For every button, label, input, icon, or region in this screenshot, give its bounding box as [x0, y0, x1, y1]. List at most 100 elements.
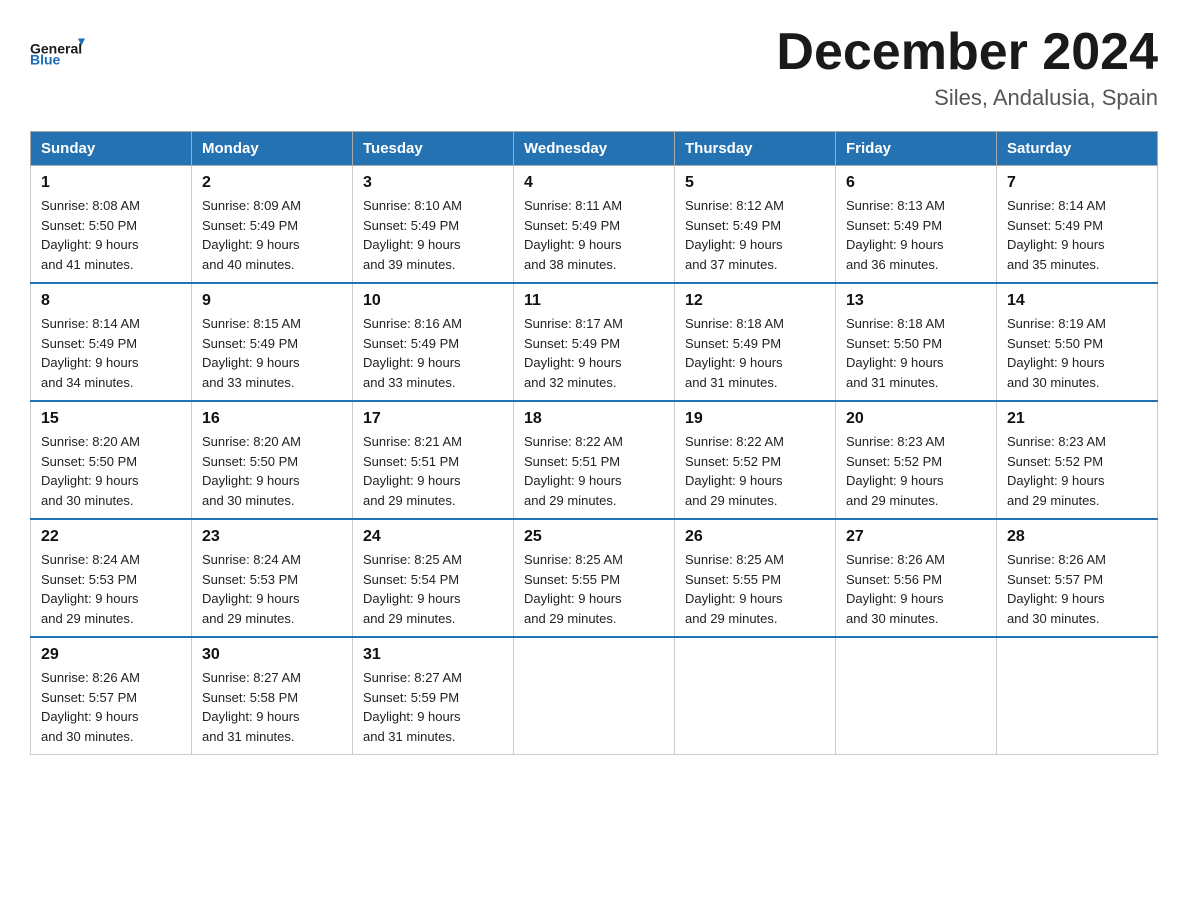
- calendar-day-cell: 7 Sunrise: 8:14 AMSunset: 5:49 PMDayligh…: [997, 166, 1158, 284]
- day-info: Sunrise: 8:24 AMSunset: 5:53 PMDaylight:…: [41, 552, 140, 626]
- calendar-day-cell: 1 Sunrise: 8:08 AMSunset: 5:50 PMDayligh…: [31, 166, 192, 284]
- calendar-day-cell: 28 Sunrise: 8:26 AMSunset: 5:57 PMDaylig…: [997, 519, 1158, 637]
- calendar-day-cell: [675, 637, 836, 755]
- calendar-week-row: 22 Sunrise: 8:24 AMSunset: 5:53 PMDaylig…: [31, 519, 1158, 637]
- day-number: 22: [41, 528, 181, 546]
- day-number: 26: [685, 528, 825, 546]
- day-info: Sunrise: 8:09 AMSunset: 5:49 PMDaylight:…: [202, 198, 301, 272]
- day-number: 11: [524, 292, 664, 310]
- svg-text:Blue: Blue: [30, 52, 61, 68]
- calendar-day-cell: 31 Sunrise: 8:27 AMSunset: 5:59 PMDaylig…: [353, 637, 514, 755]
- calendar-day-cell: 29 Sunrise: 8:26 AMSunset: 5:57 PMDaylig…: [31, 637, 192, 755]
- calendar-day-cell: 19 Sunrise: 8:22 AMSunset: 5:52 PMDaylig…: [675, 401, 836, 519]
- month-title: December 2024: [776, 24, 1158, 81]
- day-number: 18: [524, 410, 664, 428]
- calendar-day-cell: 26 Sunrise: 8:25 AMSunset: 5:55 PMDaylig…: [675, 519, 836, 637]
- calendar-table: SundayMondayTuesdayWednesdayThursdayFrid…: [30, 131, 1158, 755]
- calendar-day-cell: 18 Sunrise: 8:22 AMSunset: 5:51 PMDaylig…: [514, 401, 675, 519]
- calendar-header-cell: Saturday: [997, 132, 1158, 166]
- day-number: 14: [1007, 292, 1147, 310]
- day-number: 19: [685, 410, 825, 428]
- page-header: General Blue December 2024 Siles, Andalu…: [30, 24, 1158, 111]
- day-number: 30: [202, 646, 342, 664]
- day-number: 20: [846, 410, 986, 428]
- calendar-day-cell: 8 Sunrise: 8:14 AMSunset: 5:49 PMDayligh…: [31, 283, 192, 401]
- day-number: 12: [685, 292, 825, 310]
- calendar-day-cell: 25 Sunrise: 8:25 AMSunset: 5:55 PMDaylig…: [514, 519, 675, 637]
- day-number: 25: [524, 528, 664, 546]
- day-number: 9: [202, 292, 342, 310]
- calendar-header-cell: Wednesday: [514, 132, 675, 166]
- day-number: 2: [202, 174, 342, 192]
- day-info: Sunrise: 8:26 AMSunset: 5:57 PMDaylight:…: [1007, 552, 1106, 626]
- day-number: 7: [1007, 174, 1147, 192]
- calendar-header-cell: Friday: [836, 132, 997, 166]
- day-number: 1: [41, 174, 181, 192]
- day-number: 13: [846, 292, 986, 310]
- day-info: Sunrise: 8:22 AMSunset: 5:51 PMDaylight:…: [524, 434, 623, 508]
- calendar-week-row: 1 Sunrise: 8:08 AMSunset: 5:50 PMDayligh…: [31, 166, 1158, 284]
- calendar-day-cell: 6 Sunrise: 8:13 AMSunset: 5:49 PMDayligh…: [836, 166, 997, 284]
- day-number: 3: [363, 174, 503, 192]
- calendar-day-cell: 30 Sunrise: 8:27 AMSunset: 5:58 PMDaylig…: [192, 637, 353, 755]
- day-info: Sunrise: 8:25 AMSunset: 5:54 PMDaylight:…: [363, 552, 462, 626]
- day-info: Sunrise: 8:26 AMSunset: 5:56 PMDaylight:…: [846, 552, 945, 626]
- calendar-day-cell: 13 Sunrise: 8:18 AMSunset: 5:50 PMDaylig…: [836, 283, 997, 401]
- day-info: Sunrise: 8:20 AMSunset: 5:50 PMDaylight:…: [202, 434, 301, 508]
- day-info: Sunrise: 8:10 AMSunset: 5:49 PMDaylight:…: [363, 198, 462, 272]
- logo: General Blue: [30, 24, 90, 79]
- calendar-header-cell: Thursday: [675, 132, 836, 166]
- day-number: 4: [524, 174, 664, 192]
- day-info: Sunrise: 8:14 AMSunset: 5:49 PMDaylight:…: [41, 316, 140, 390]
- calendar-day-cell: 9 Sunrise: 8:15 AMSunset: 5:49 PMDayligh…: [192, 283, 353, 401]
- day-number: 15: [41, 410, 181, 428]
- day-number: 28: [1007, 528, 1147, 546]
- calendar-day-cell: 17 Sunrise: 8:21 AMSunset: 5:51 PMDaylig…: [353, 401, 514, 519]
- day-info: Sunrise: 8:20 AMSunset: 5:50 PMDaylight:…: [41, 434, 140, 508]
- day-info: Sunrise: 8:08 AMSunset: 5:50 PMDaylight:…: [41, 198, 140, 272]
- day-info: Sunrise: 8:27 AMSunset: 5:58 PMDaylight:…: [202, 670, 301, 744]
- day-info: Sunrise: 8:22 AMSunset: 5:52 PMDaylight:…: [685, 434, 784, 508]
- calendar-day-cell: 15 Sunrise: 8:20 AMSunset: 5:50 PMDaylig…: [31, 401, 192, 519]
- calendar-day-cell: [514, 637, 675, 755]
- calendar-day-cell: 16 Sunrise: 8:20 AMSunset: 5:50 PMDaylig…: [192, 401, 353, 519]
- day-info: Sunrise: 8:11 AMSunset: 5:49 PMDaylight:…: [524, 198, 622, 272]
- day-number: 5: [685, 174, 825, 192]
- calendar-day-cell: 12 Sunrise: 8:18 AMSunset: 5:49 PMDaylig…: [675, 283, 836, 401]
- day-info: Sunrise: 8:25 AMSunset: 5:55 PMDaylight:…: [524, 552, 623, 626]
- day-number: 10: [363, 292, 503, 310]
- day-info: Sunrise: 8:25 AMSunset: 5:55 PMDaylight:…: [685, 552, 784, 626]
- calendar-header-cell: Tuesday: [353, 132, 514, 166]
- calendar-header-cell: Monday: [192, 132, 353, 166]
- day-number: 29: [41, 646, 181, 664]
- day-info: Sunrise: 8:19 AMSunset: 5:50 PMDaylight:…: [1007, 316, 1106, 390]
- title-block: December 2024 Siles, Andalusia, Spain: [776, 24, 1158, 111]
- calendar-header-cell: Sunday: [31, 132, 192, 166]
- calendar-day-cell: 21 Sunrise: 8:23 AMSunset: 5:52 PMDaylig…: [997, 401, 1158, 519]
- day-info: Sunrise: 8:18 AMSunset: 5:49 PMDaylight:…: [685, 316, 784, 390]
- calendar-day-cell: 4 Sunrise: 8:11 AMSunset: 5:49 PMDayligh…: [514, 166, 675, 284]
- location-title: Siles, Andalusia, Spain: [776, 85, 1158, 111]
- calendar-day-cell: [836, 637, 997, 755]
- calendar-day-cell: 10 Sunrise: 8:16 AMSunset: 5:49 PMDaylig…: [353, 283, 514, 401]
- calendar-day-cell: 22 Sunrise: 8:24 AMSunset: 5:53 PMDaylig…: [31, 519, 192, 637]
- calendar-week-row: 8 Sunrise: 8:14 AMSunset: 5:49 PMDayligh…: [31, 283, 1158, 401]
- calendar-week-row: 29 Sunrise: 8:26 AMSunset: 5:57 PMDaylig…: [31, 637, 1158, 755]
- day-number: 6: [846, 174, 986, 192]
- day-info: Sunrise: 8:27 AMSunset: 5:59 PMDaylight:…: [363, 670, 462, 744]
- day-info: Sunrise: 8:23 AMSunset: 5:52 PMDaylight:…: [1007, 434, 1106, 508]
- calendar-day-cell: 23 Sunrise: 8:24 AMSunset: 5:53 PMDaylig…: [192, 519, 353, 637]
- calendar-day-cell: 3 Sunrise: 8:10 AMSunset: 5:49 PMDayligh…: [353, 166, 514, 284]
- day-info: Sunrise: 8:21 AMSunset: 5:51 PMDaylight:…: [363, 434, 462, 508]
- day-info: Sunrise: 8:14 AMSunset: 5:49 PMDaylight:…: [1007, 198, 1106, 272]
- calendar-day-cell: 11 Sunrise: 8:17 AMSunset: 5:49 PMDaylig…: [514, 283, 675, 401]
- day-number: 8: [41, 292, 181, 310]
- day-info: Sunrise: 8:16 AMSunset: 5:49 PMDaylight:…: [363, 316, 462, 390]
- day-number: 17: [363, 410, 503, 428]
- calendar-body: 1 Sunrise: 8:08 AMSunset: 5:50 PMDayligh…: [31, 166, 1158, 755]
- calendar-day-cell: 20 Sunrise: 8:23 AMSunset: 5:52 PMDaylig…: [836, 401, 997, 519]
- day-info: Sunrise: 8:23 AMSunset: 5:52 PMDaylight:…: [846, 434, 945, 508]
- calendar-header-row: SundayMondayTuesdayWednesdayThursdayFrid…: [31, 132, 1158, 166]
- day-info: Sunrise: 8:18 AMSunset: 5:50 PMDaylight:…: [846, 316, 945, 390]
- day-info: Sunrise: 8:13 AMSunset: 5:49 PMDaylight:…: [846, 198, 945, 272]
